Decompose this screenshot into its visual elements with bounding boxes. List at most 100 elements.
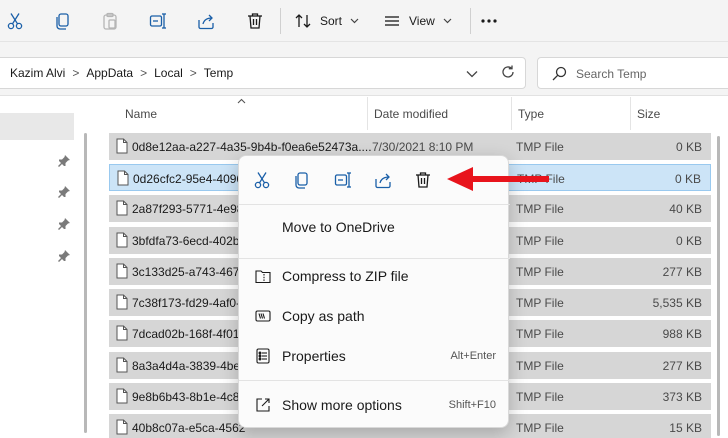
copy-icon [295, 172, 308, 189]
file-size: 373 KB [662, 390, 702, 404]
breadcrumb: Kazim Alvi > AppData > Local > Temp [10, 66, 233, 80]
cut-button[interactable] [4, 7, 26, 35]
breadcrumb-item[interactable]: Temp [204, 66, 233, 80]
view-icon [385, 16, 399, 26]
menu-item-copy-as-path[interactable]: Copy as path [239, 299, 510, 333]
cut-icon [7, 13, 23, 30]
delete-button[interactable] [244, 7, 266, 35]
sort-icon [295, 14, 311, 28]
address-dropdown-button[interactable] [466, 67, 478, 81]
chevron-down-icon [350, 18, 359, 24]
pin-icon [58, 218, 70, 230]
menu-item-label: Properties [282, 348, 346, 364]
file-type: TMP File [516, 234, 564, 248]
paste-icon [103, 12, 117, 30]
file-type: TMP File [516, 359, 564, 373]
rename-icon [149, 13, 166, 29]
file-icon [117, 170, 129, 186]
breadcrumb-separator: > [189, 66, 197, 80]
breadcrumb-separator: > [72, 66, 80, 80]
chevron-down-icon [466, 71, 478, 78]
file-icon [116, 232, 128, 248]
file-name: 8a3a4d4a-3839-4be7 [132, 359, 247, 373]
file-name: 2a87f293-5771-4e98 [132, 202, 244, 216]
file-type: TMP File [516, 265, 564, 279]
column-header-label: Size [637, 106, 661, 121]
column-header-date[interactable]: Date modified [368, 97, 512, 130]
context-cut-button[interactable] [251, 169, 273, 191]
file-icon [116, 200, 128, 216]
menu-item-label: Copy as path [282, 308, 365, 324]
command-bar: Sort View [0, 0, 728, 42]
file-size: 5,535 KB [652, 296, 702, 310]
copy-button[interactable] [52, 7, 74, 35]
rename-icon [334, 172, 351, 188]
file-list-scrollbar[interactable] [717, 136, 720, 436]
context-menu: Move to OneDrive Compress to ZIP file Co… [238, 155, 510, 428]
file-size: 40 KB [669, 202, 702, 216]
share-icon [198, 14, 214, 30]
menu-item-show-more-options[interactable]: Show more options Shift+F10 [239, 388, 510, 422]
file-type: TMP File [516, 421, 564, 435]
column-header-label: Type [518, 106, 545, 121]
menu-item-move-to-onedrive[interactable]: Move to OneDrive [239, 210, 510, 244]
file-date: 7/30/2021 8:10 PM [372, 140, 474, 154]
file-size: 0 KB [674, 172, 701, 186]
more-button[interactable] [478, 7, 500, 35]
search-input[interactable] [576, 65, 726, 83]
context-rename-button[interactable] [332, 169, 354, 191]
properties-icon [256, 348, 270, 364]
file-size: 277 KB [662, 359, 702, 373]
menu-item-shortcut: Alt+Enter [450, 350, 496, 362]
file-icon [116, 294, 128, 310]
column-header-name[interactable]: Name [119, 97, 368, 130]
delete-icon [248, 13, 262, 29]
breadcrumb-item[interactable]: Kazim Alvi [10, 66, 65, 80]
context-copy-button[interactable] [291, 169, 313, 191]
copy-icon [56, 13, 69, 30]
file-size: 0 KB [675, 234, 702, 248]
toolbar-divider [280, 8, 281, 34]
column-header-size[interactable]: Size [631, 97, 721, 130]
navigation-pane [0, 97, 96, 438]
menu-item-properties[interactable]: Properties Alt+Enter [239, 339, 510, 373]
nav-scrollbar[interactable] [84, 133, 87, 433]
column-header-type[interactable]: Type [512, 97, 631, 130]
pin-icon [58, 250, 70, 262]
menu-item-compress-zip[interactable]: Compress to ZIP file [239, 259, 510, 293]
file-icon [116, 419, 128, 435]
file-type: TMP File [516, 296, 564, 310]
search-box[interactable] [537, 57, 728, 89]
share-button[interactable] [195, 7, 217, 35]
pin-icon [58, 186, 70, 198]
file-name: 9e8b6b43-8b1e-4c8 [132, 390, 240, 404]
share-icon [375, 173, 391, 189]
file-name: 0d26cfc2-95e4-4096 [133, 172, 244, 186]
context-delete-button[interactable] [412, 169, 434, 191]
file-name: 3c133d25-a743-4670 [132, 265, 247, 279]
address-bar[interactable]: Kazim Alvi > AppData > Local > Temp [0, 57, 526, 89]
sort-label: Sort [320, 14, 343, 28]
rename-button[interactable] [147, 7, 169, 35]
context-share-button[interactable] [372, 169, 394, 191]
nav-selected-item[interactable] [0, 113, 74, 140]
file-size: 15 KB [669, 421, 702, 435]
file-size: 0 KB [675, 140, 702, 154]
paste-button[interactable] [99, 7, 121, 35]
breadcrumb-item[interactable]: AppData [86, 66, 133, 80]
zip-folder-icon [255, 270, 271, 284]
address-row: Kazim Alvi > AppData > Local > Temp [0, 42, 728, 96]
sort-button[interactable]: Sort [294, 7, 370, 35]
file-icon [116, 325, 128, 341]
column-header-row: Name Date modified Type Size [97, 97, 728, 130]
pin-icon [58, 155, 70, 167]
copy-path-icon [255, 310, 271, 322]
breadcrumb-item[interactable]: Local [154, 66, 183, 80]
refresh-icon [502, 65, 514, 78]
refresh-button[interactable] [500, 64, 516, 83]
menu-item-shortcut: Shift+F10 [448, 399, 496, 411]
view-button[interactable]: View [383, 7, 459, 35]
menu-item-label: Move to OneDrive [282, 219, 395, 235]
cut-icon [254, 172, 270, 189]
delete-icon [416, 172, 430, 188]
